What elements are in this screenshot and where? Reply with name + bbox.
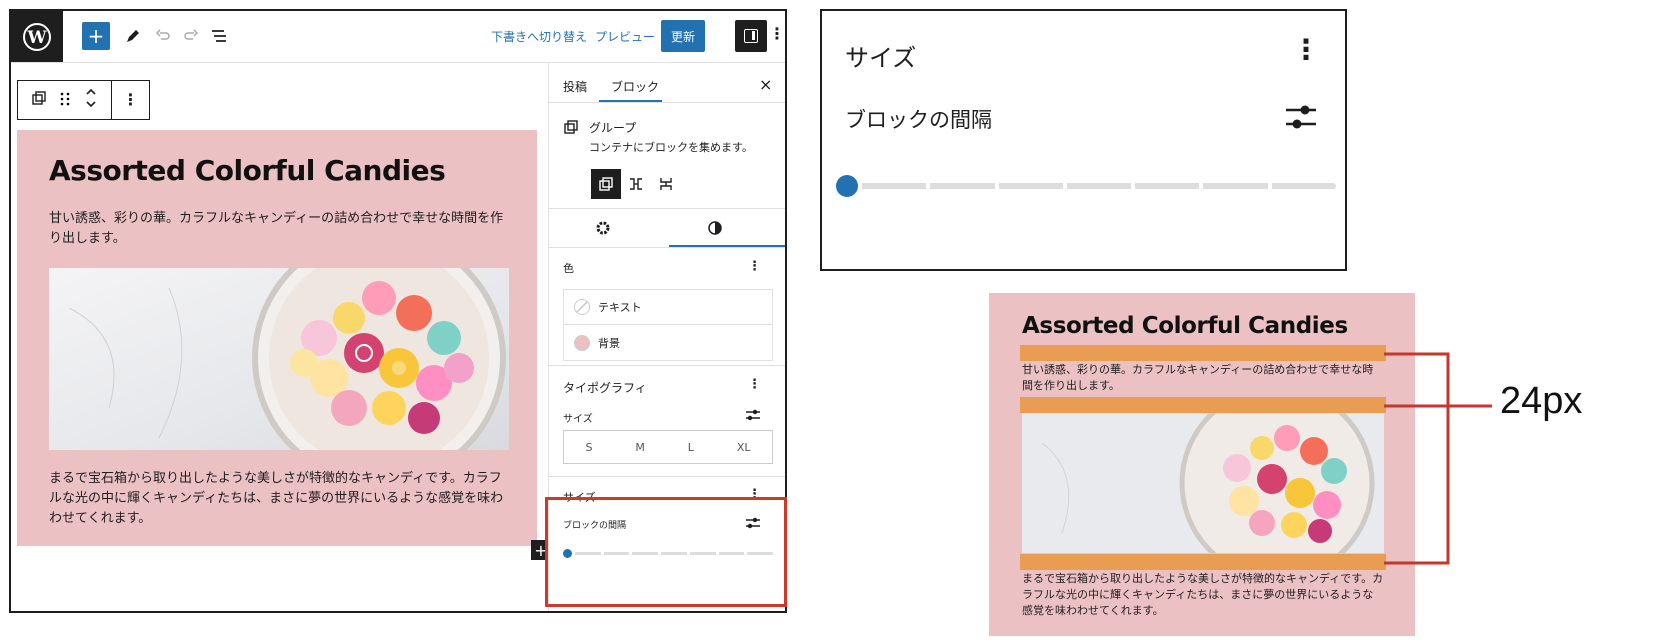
- block-options-kebab-icon[interactable]: ⋮: [123, 92, 139, 108]
- spacing-bracket: [1384, 352, 1492, 565]
- color-section-title: 色: [563, 262, 574, 275]
- font-size-segmented-control: S M L XL: [563, 430, 773, 464]
- preview-paragraph-2: まるで宝石箱から取り出したような美しさが特徴的なキャンディです。カラフルな光の中…: [1022, 572, 1384, 617]
- group-variation-icon[interactable]: [591, 169, 621, 199]
- switch-to-draft-link[interactable]: 下書きへ切り替え: [491, 28, 587, 45]
- candy-image-block[interactable]: [49, 268, 509, 450]
- color-item-text[interactable]: テキスト: [564, 290, 772, 325]
- preview-link[interactable]: プレビュー: [595, 28, 655, 45]
- color-options-kebab-icon[interactable]: ⋮: [748, 260, 761, 273]
- custom-size-sliders-icon[interactable]: [745, 407, 761, 426]
- zoom-block-spacing-slider[interactable]: [836, 175, 1336, 197]
- settings-gear-icon[interactable]: [595, 220, 611, 240]
- preview-heading: Assorted Colorful Candies: [1022, 313, 1348, 339]
- color-item-background[interactable]: 背景: [564, 325, 772, 360]
- text-color-swatch: [574, 299, 590, 315]
- divider: [549, 476, 785, 477]
- divider: [549, 247, 785, 248]
- block-toolbar: ⋮: [17, 80, 150, 120]
- typography-options-kebab-icon[interactable]: ⋮: [748, 378, 761, 391]
- undo-icon[interactable]: [151, 24, 175, 48]
- styles-half-circle-icon[interactable]: [707, 220, 723, 240]
- typography-section-title: タイポグラフィ: [563, 381, 647, 395]
- paragraph-block-1[interactable]: 甘い誘惑、彩りの華。カラフルなキャンディーの詰め合わせで幸せな時間を作り出します…: [49, 209, 509, 249]
- block-card-description: コンテナにブロックを集めます。: [589, 141, 753, 154]
- document-overview-icon[interactable]: [207, 24, 231, 48]
- dimensions-panel-highlight: [545, 497, 787, 607]
- group-block-icon: [563, 119, 579, 139]
- paragraph-block-2[interactable]: まるで宝石箱から取り出したような美しさが特徴的なキャンディです。カラフルな光の中…: [49, 469, 509, 529]
- options-kebab-icon[interactable]: ⋮: [769, 26, 785, 42]
- tabs-divider: [549, 102, 785, 103]
- font-size-option-xl[interactable]: XL: [737, 441, 751, 454]
- move-up-down-icon[interactable]: [84, 87, 98, 113]
- gap-indicator-1: [1020, 345, 1386, 361]
- settings-panel-icon[interactable]: [735, 20, 767, 52]
- spacing-preview: Assorted Colorful Candies 甘い誘惑、彩りの華。カラフル…: [989, 293, 1415, 636]
- divider: [549, 365, 785, 366]
- color-item-label: 背景: [598, 336, 620, 350]
- tab-block[interactable]: ブロック: [611, 78, 659, 95]
- group-block-icon[interactable]: [31, 90, 47, 110]
- svg-text:W: W: [26, 28, 47, 48]
- color-list: テキスト 背景: [563, 289, 773, 361]
- font-size-label: サイズ: [563, 414, 593, 425]
- zoom-block-spacing-label: ブロックの間隔: [845, 108, 992, 132]
- block-card-title: グループ: [589, 121, 637, 135]
- gap-indicator-2: [1020, 397, 1386, 413]
- add-block-button[interactable]: +: [82, 22, 110, 50]
- preview-candy-image: [1022, 413, 1384, 553]
- zoom-size-label: サイズ: [845, 44, 917, 72]
- divider: [549, 208, 785, 209]
- row-variation-icon[interactable]: [621, 169, 651, 199]
- close-sidebar-icon[interactable]: ×: [759, 75, 772, 94]
- edit-tool-icon[interactable]: [121, 24, 145, 48]
- wordpress-logo-icon[interactable]: W: [11, 11, 63, 62]
- color-item-label: テキスト: [598, 301, 642, 314]
- heading-block[interactable]: Assorted Colorful Candies: [49, 154, 446, 187]
- update-button[interactable]: 更新: [661, 20, 705, 52]
- font-size-option-s[interactable]: S: [585, 441, 592, 454]
- font-size-option-l[interactable]: L: [688, 441, 694, 454]
- background-color-swatch: [574, 334, 590, 351]
- zoom-kebab-icon[interactable]: ⋮: [1292, 33, 1320, 66]
- preview-paragraph-1: 甘い誘惑、彩りの華。カラフルなキャンディーの詰め合わせで幸せな時間を作り出します…: [1022, 363, 1374, 392]
- gap-value-label: 24px: [1500, 380, 1583, 422]
- zoom-sliders-icon[interactable]: [1285, 103, 1317, 135]
- group-block[interactable]: Assorted Colorful Candies 甘い誘惑、彩りの華。カラフル…: [17, 130, 537, 546]
- redo-icon[interactable]: [179, 24, 203, 48]
- dimensions-panel-zoom: サイズ ⋮ ブロックの間隔: [820, 9, 1347, 271]
- stack-variation-icon[interactable]: [651, 169, 681, 199]
- gap-indicator-3: [1020, 554, 1386, 570]
- zoom-slider-thumb[interactable]: [836, 175, 858, 197]
- drag-handle-icon[interactable]: [60, 91, 70, 110]
- font-size-option-m[interactable]: M: [635, 441, 645, 454]
- tab-post[interactable]: 投稿: [563, 78, 587, 95]
